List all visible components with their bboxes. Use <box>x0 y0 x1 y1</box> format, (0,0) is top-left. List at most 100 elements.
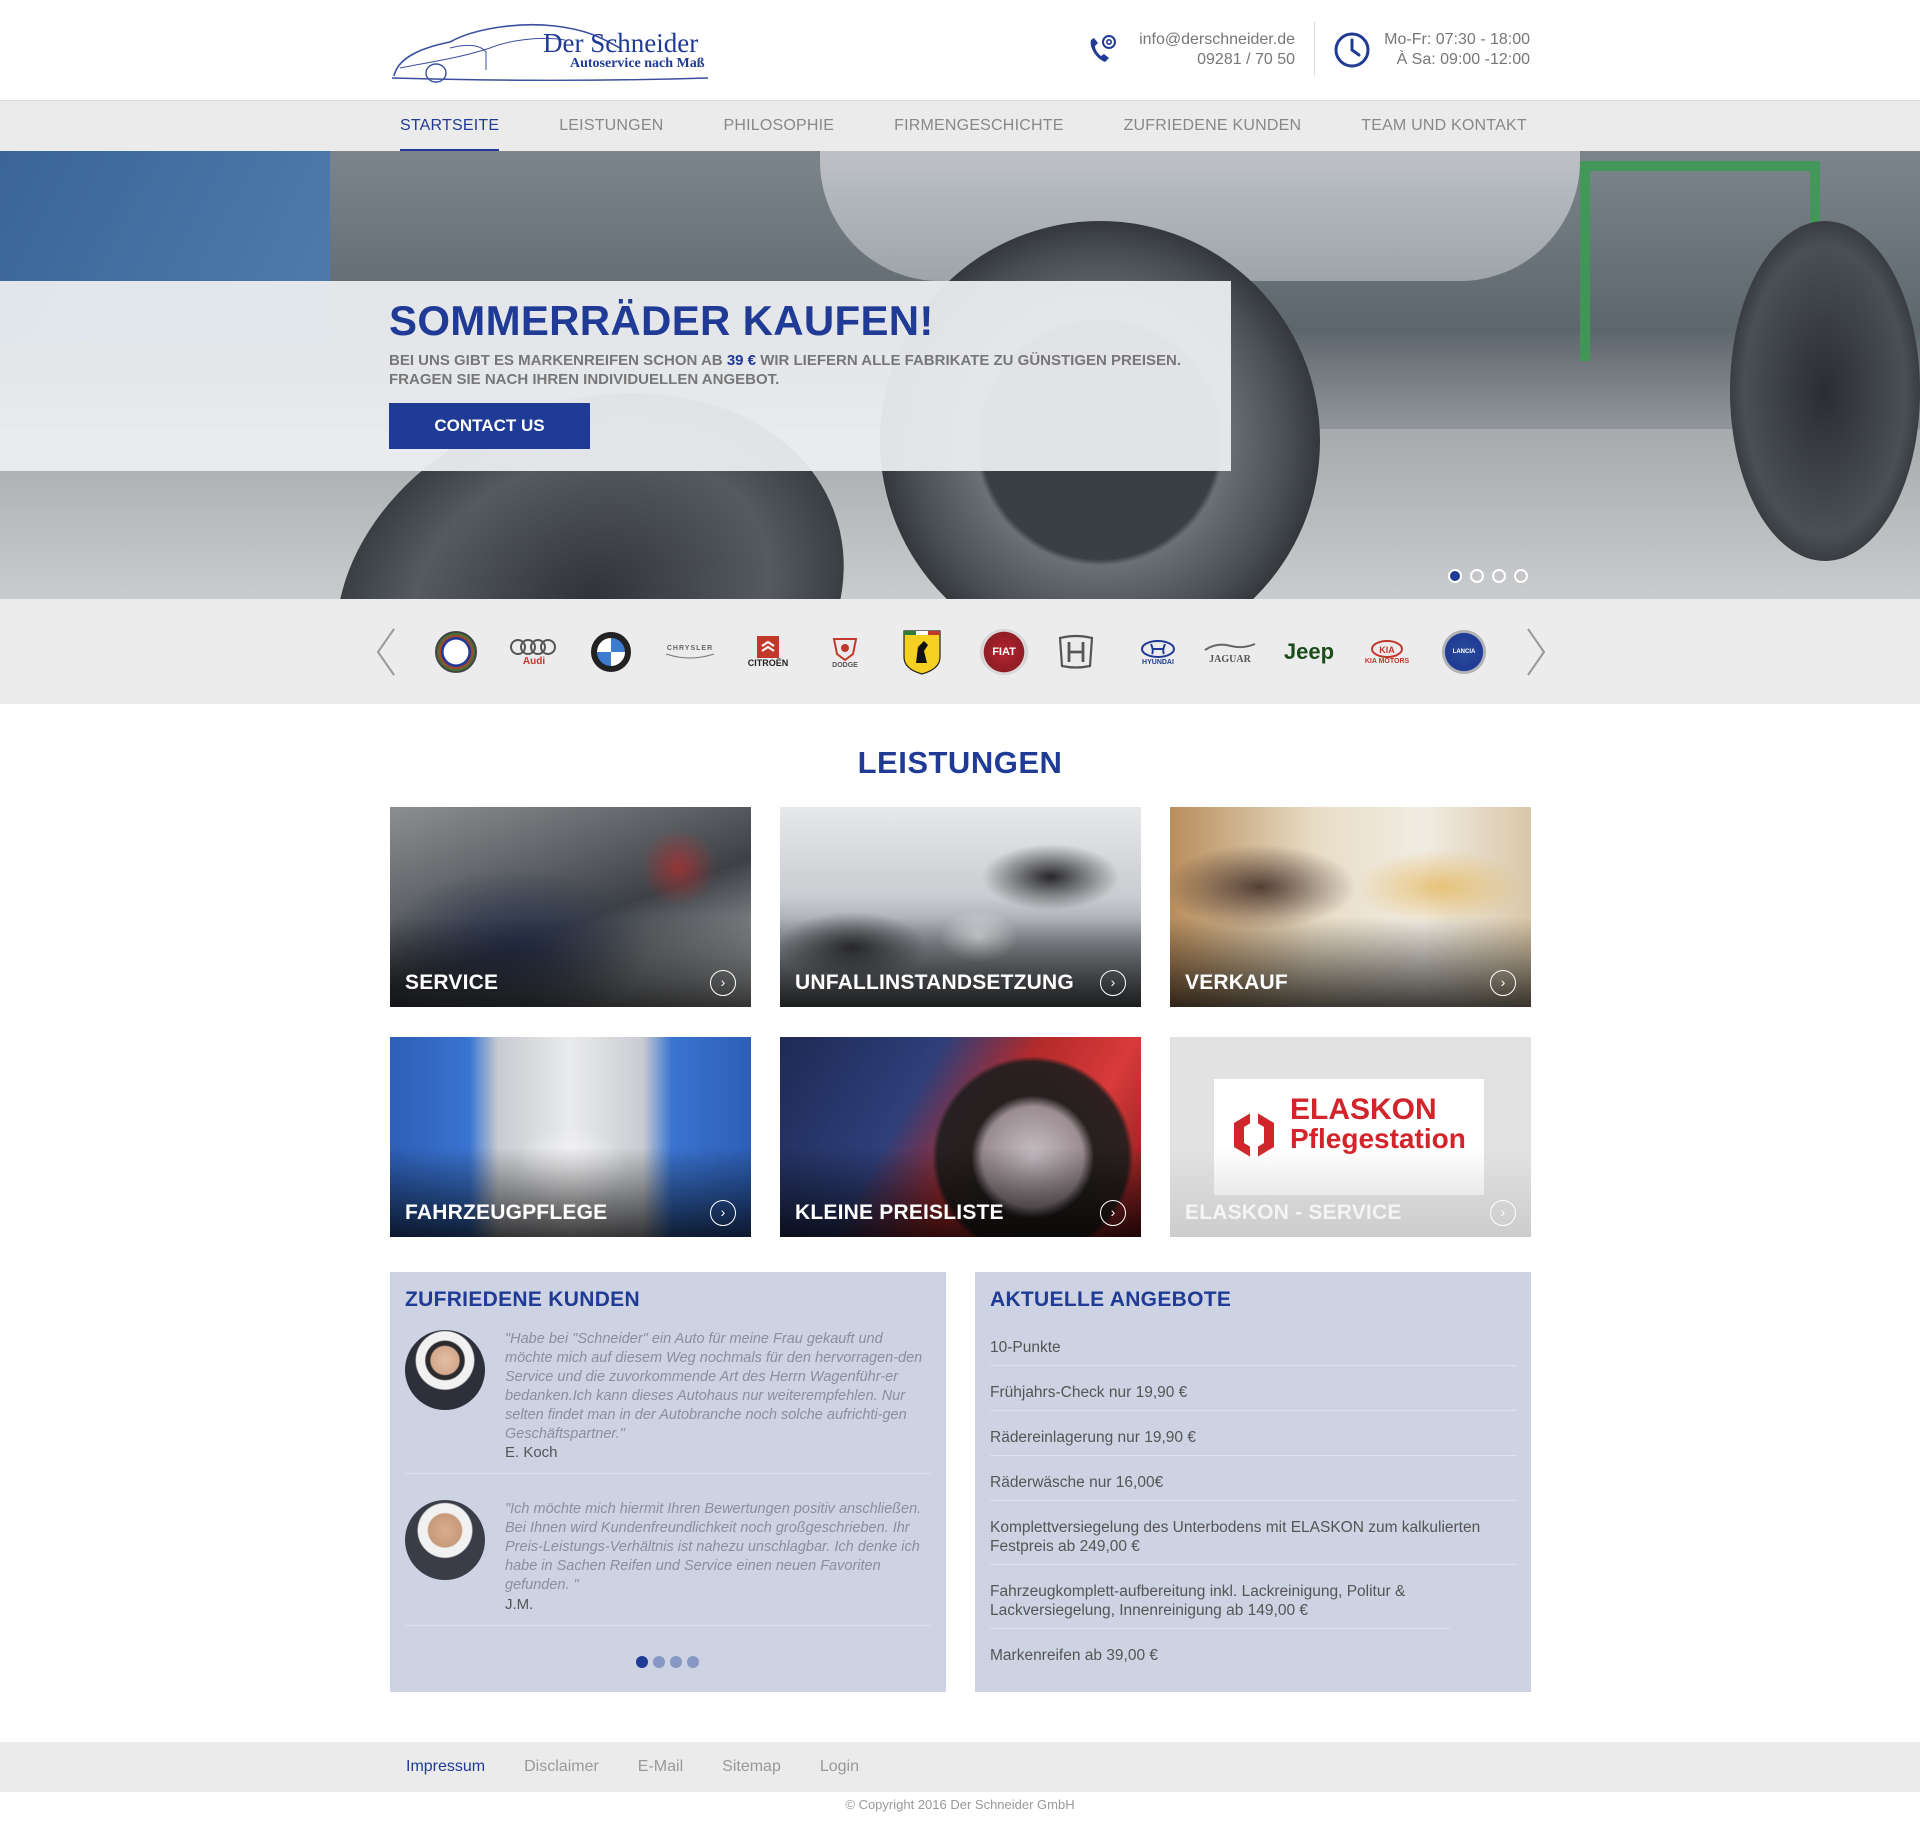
service-tile-fahrzeugpflege[interactable]: FAHRZEUGPFLEGE › <box>390 1037 751 1237</box>
nav-item-startseite[interactable]: STARTSEITE <box>400 101 500 151</box>
footer-link-disclaimer[interactable]: Disclaimer <box>524 1742 599 1792</box>
brand-honda[interactable] <box>1044 629 1108 675</box>
brand-hyundai-label: HYUNDAI <box>1142 658 1174 666</box>
jaguar-leaper-icon <box>1204 642 1256 651</box>
chevron-right-icon: › <box>710 1200 736 1226</box>
brand-jeep[interactable]: Jeep <box>1277 629 1341 675</box>
testimonial-dot-1[interactable] <box>636 1656 648 1668</box>
brand-dodge[interactable]: DODGE <box>813 629 877 675</box>
hero-text-line2: FRAGEN SIE NACH IHREN INDIVIDUELLEN ANGE… <box>389 371 780 388</box>
testimonial-item: "Habe bei "Schneider" ein Auto für meine… <box>405 1330 931 1474</box>
footer-link-sitemap[interactable]: Sitemap <box>722 1742 781 1792</box>
brand-chrysler-label: CHRYSLER <box>666 644 714 652</box>
brand-audi-label: Audi <box>522 655 546 667</box>
brand-jaguar[interactable]: JAGUAR <box>1198 629 1262 675</box>
brand-fiat-label: FIAT <box>992 646 1016 658</box>
testimonial-dot-2[interactable] <box>653 1656 665 1668</box>
tile-label: KLEINE PREISLISTE <box>795 1201 1004 1224</box>
offer-item[interactable]: Markenreifen ab 39,00 € <box>990 1646 1516 1673</box>
testimonials-panel: ZUFRIEDENE KUNDEN "Habe bei "Schneider" … <box>390 1272 946 1692</box>
testimonial-dot-4[interactable] <box>687 1656 699 1668</box>
hero-price: 39 € <box>726 352 757 369</box>
brand-kia[interactable]: KIA KIA MOTORS <box>1355 629 1419 675</box>
slide-dot-3[interactable] <box>1492 569 1506 583</box>
brand-bmw[interactable] <box>579 629 643 675</box>
brand-chrysler[interactable]: CHRYSLER <box>658 629 722 675</box>
service-tile-service[interactable]: SERVICE › <box>390 807 751 1007</box>
hero-text-after-price: WIR LIEFERN ALLE FABRIKATE ZU GÜNSTIGEN … <box>760 352 1182 369</box>
testimonial-dot-3[interactable] <box>670 1656 682 1668</box>
nav-item-firmengeschichte[interactable]: FIRMENGESCHICHTE <box>894 101 1063 152</box>
offer-item[interactable]: Komplettversiegelung des Unterbodens mit… <box>990 1518 1516 1565</box>
hours-saturday: À Sa: 09:00 -12:00 <box>1396 51 1530 68</box>
brand-next-arrow-icon[interactable] <box>1525 627 1547 682</box>
brand-carousel: Audi CHRYSLER CITROËN DODGE FIAT HYUNDAI <box>0 599 1920 704</box>
testimonial-pagination <box>636 1656 704 1668</box>
avatar <box>405 1500 485 1580</box>
testimonial-author: E. Koch <box>505 1444 558 1461</box>
brand-lancia[interactable]: LANCIA <box>1432 629 1496 675</box>
chevron-right-icon: › <box>1100 1200 1126 1226</box>
service-tile-elaskon[interactable]: ELASKON Pflegestation ELASKON - SERVICE … <box>1170 1037 1531 1237</box>
brand-audi[interactable]: Audi <box>502 629 566 675</box>
brand-hyundai[interactable]: HYUNDAI <box>1126 629 1190 675</box>
citroen-chevron-icon <box>757 636 779 658</box>
chevron-right-icon: › <box>1100 970 1126 996</box>
hours-weekday: Mo-Fr: 07:30 - 18:00 <box>1384 31 1530 48</box>
slide-dot-1[interactable] <box>1448 569 1462 583</box>
testimonial-quote: "Ich möchte mich hiermit Ihren Bewertung… <box>505 1501 922 1593</box>
chevron-right-icon: › <box>1490 970 1516 996</box>
bmw-logo-icon <box>591 632 631 672</box>
offer-item[interactable]: Frühjahrs-Check nur 19,90 € <box>990 1383 1516 1411</box>
nav-item-leistungen[interactable]: LEISTUNGEN <box>559 101 663 152</box>
footer-link-impressum[interactable]: Impressum <box>406 1742 485 1792</box>
main-nav: STARTSEITE LEISTUNGEN PHILOSOPHIE FIRMEN… <box>0 100 1920 151</box>
brand-lancia-label: LANCIA <box>1452 649 1476 655</box>
offer-item[interactable]: Rädereinlagerung nur 19,90 € <box>990 1428 1516 1456</box>
tile-label: FAHRZEUGPFLEGE <box>405 1201 608 1224</box>
hero-text: BEI UNS GIBT ES MARKENREIFEN SCHON AB 39… <box>389 351 1181 389</box>
header-email[interactable]: info@derschneider.de <box>1139 30 1295 50</box>
audi-rings-icon <box>510 638 556 655</box>
footer-link-login[interactable]: Login <box>820 1742 859 1792</box>
avatar <box>405 1330 485 1410</box>
testimonials-title: ZUFRIEDENE KUNDEN <box>405 1288 640 1311</box>
service-tile-verkauf[interactable]: VERKAUF › <box>1170 807 1531 1007</box>
footer-link-email[interactable]: E-Mail <box>638 1742 683 1792</box>
elaskon-line1: ELASKON <box>1290 1093 1437 1126</box>
slide-dot-4[interactable] <box>1514 569 1528 583</box>
site-footer: Impressum Disclaimer E-Mail Sitemap Logi… <box>0 1742 1920 1792</box>
site-logo[interactable]: Der Schneider Autoservice nach Maß <box>390 18 710 84</box>
kia-oval-icon: KIA <box>1371 639 1403 658</box>
alfa-romeo-logo-icon <box>435 631 477 673</box>
service-tile-kleine-preisliste[interactable]: KLEINE PREISLISTE › <box>780 1037 1141 1237</box>
contact-us-button[interactable]: CONTACT US <box>389 403 590 449</box>
offer-item[interactable]: Räderwäsche nur 16,00€ <box>990 1473 1516 1501</box>
nav-item-zufriedene-kunden[interactable]: ZUFRIEDENE KUNDEN <box>1124 101 1302 152</box>
nav-item-team-und-kontakt[interactable]: TEAM UND KONTAKT <box>1361 101 1527 152</box>
ferrari-shield-icon <box>903 630 941 675</box>
offer-item[interactable]: Fahrzeugkomplett-aufbereitung inkl. Lack… <box>990 1582 1450 1629</box>
slide-dot-2[interactable] <box>1470 569 1484 583</box>
chevron-right-icon: › <box>1490 1200 1516 1226</box>
header-phone[interactable]: 09281 / 70 50 <box>1139 50 1295 70</box>
brand-prev-arrow-icon[interactable] <box>375 627 397 682</box>
nav-item-philosophie[interactable]: PHILOSOPHIE <box>723 101 834 152</box>
offer-item[interactable]: 10-Punkte <box>990 1338 1516 1366</box>
brand-citroen-label: CITROËN <box>747 658 789 668</box>
brand-fiat[interactable]: FIAT <box>972 629 1036 675</box>
hero-slide-dots <box>1448 569 1536 583</box>
testimonial-author: J.M. <box>505 1596 534 1613</box>
logo-title: Der Schneider <box>543 28 699 58</box>
hero-tire-3 <box>1730 221 1920 561</box>
tile-label: ELASKON - SERVICE <box>1185 1201 1402 1224</box>
dodge-ram-icon <box>832 637 858 661</box>
service-tile-unfallinstandsetzung[interactable]: UNFALLINSTANDSETZUNG › <box>780 807 1141 1007</box>
contact-info: info@derschneider.de 09281 / 70 50 <box>1085 28 1295 78</box>
brand-ferrari[interactable] <box>890 629 954 675</box>
offers-title: AKTUELLE ANGEBOTE <box>990 1288 1232 1311</box>
chevron-right-icon: › <box>710 970 736 996</box>
brand-alfa-romeo[interactable] <box>424 629 488 675</box>
brand-citroen[interactable]: CITROËN <box>736 629 800 675</box>
tile-label: UNFALLINSTANDSETZUNG <box>795 971 1074 994</box>
